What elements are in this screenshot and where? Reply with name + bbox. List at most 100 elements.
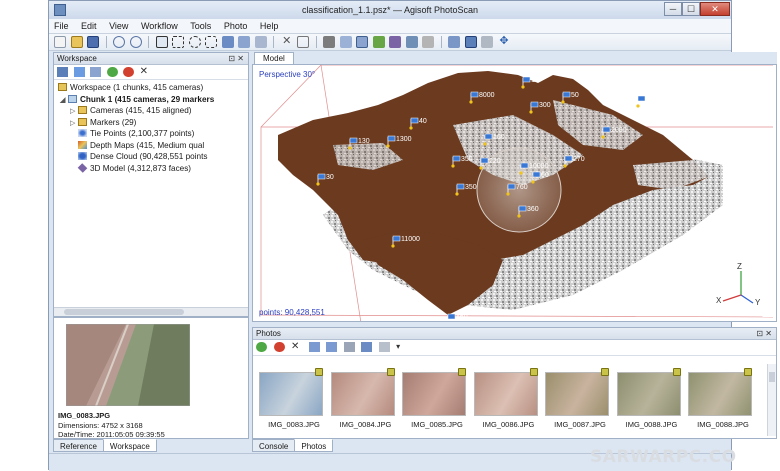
rotate-right-icon[interactable] <box>326 342 338 352</box>
tab-workspace[interactable]: Workspace <box>102 439 157 452</box>
tree-item-dense-cloud[interactable]: Dense Cloud (90,428,551 points <box>56 151 246 163</box>
photo-thumbnail[interactable]: IMG_0084.JPG <box>330 364 397 432</box>
photo-thumbnail[interactable]: IMG_0085.JPG <box>402 364 468 432</box>
panel-float-close-icons[interactable]: ⊡ ✕ <box>228 54 244 63</box>
new-icon[interactable] <box>54 36 66 48</box>
view-mode-icon[interactable] <box>378 342 390 352</box>
remove-icon[interactable]: ✕ <box>140 67 151 77</box>
tree-item-3d-model[interactable]: 3D Model (4,312,873 faces) <box>56 162 246 175</box>
tree-item-markers[interactable]: ▷ Markers (29) <box>56 117 246 129</box>
thumbnail-caption: IMG_0088.JPG <box>625 420 678 429</box>
marker-label: 30 <box>326 174 334 181</box>
expand-arrow-icon[interactable]: ▷ <box>70 118 78 129</box>
tab-photos[interactable]: Photos <box>294 439 334 452</box>
rotate-left-icon[interactable] <box>308 342 320 352</box>
preview-dimensions: Dimensions: 4752 x 3168 <box>58 421 143 430</box>
workspace-toolbar: ✕ <box>54 65 248 80</box>
solid-model-icon[interactable] <box>389 36 402 48</box>
dense-cloud-view-icon[interactable] <box>356 36 369 48</box>
undo-icon[interactable] <box>113 36 126 48</box>
marker-label: 460 <box>456 314 468 321</box>
cameras-view-icon[interactable] <box>323 36 336 48</box>
preview-filename: IMG_0083.JPG <box>58 411 111 420</box>
delete-selection-icon[interactable]: ✕ <box>281 36 293 48</box>
menu-workflow[interactable]: Workflow <box>136 19 183 31</box>
photo-thumbnail[interactable]: IMG_0087.JPG <box>545 364 611 432</box>
point-cloud-icon[interactable] <box>339 36 352 48</box>
marker-label: 10000 <box>529 163 549 170</box>
rotate-object-icon[interactable] <box>238 36 251 48</box>
marker-label: 350 <box>461 156 473 163</box>
points-count-label: points: 90,428,551 <box>259 308 325 317</box>
scrollbar-thumb[interactable] <box>64 309 184 315</box>
panel-float-close-icons[interactable]: ⊡ ✕ <box>756 329 772 338</box>
model-viewport[interactable]: Z X Y 10 8000 50 300 40 60 2000 130 160 350 270 30 2… <box>252 64 777 322</box>
resize-region-icon[interactable] <box>254 36 267 48</box>
maximize-button[interactable]: ☐ <box>682 2 700 16</box>
title-bar: classification_1.1.psz* — Agisoft PhotoS… <box>49 1 731 19</box>
remove-camera-icon[interactable]: ✕ <box>291 342 302 352</box>
crop-selection-icon[interactable] <box>297 36 310 48</box>
minimize-button[interactable]: ─ <box>664 2 682 16</box>
photo-thumbnail[interactable]: IMG_0086.JPG <box>473 364 540 432</box>
add-chunk-icon[interactable] <box>57 67 68 77</box>
tab-model[interactable]: Model <box>254 52 294 64</box>
free-form-selection-icon[interactable] <box>205 36 218 48</box>
photos-vertical-scrollbar[interactable] <box>767 364 776 436</box>
marker-label: 350 <box>465 184 477 191</box>
marker-flag[interactable]: 60 <box>636 95 654 108</box>
menu-edit[interactable]: Edit <box>76 19 102 31</box>
collapse-arrow-icon[interactable]: ◢ <box>60 95 68 106</box>
filter-photos-icon[interactable] <box>343 342 355 352</box>
add-folder-icon[interactable] <box>90 67 102 77</box>
show-markers-icon[interactable] <box>464 36 477 48</box>
marker-flag[interactable]: 460 <box>446 313 468 322</box>
photo-preview-panel: IMG_0083.JPG Dimensions: 4752 x 3168 Dat… <box>53 317 249 439</box>
circle-selection-icon[interactable] <box>188 36 201 48</box>
rectangle-selection-icon[interactable] <box>172 36 185 48</box>
scrollbar-thumb[interactable] <box>769 372 775 382</box>
open-icon[interactable] <box>70 36 83 48</box>
redo-icon[interactable] <box>129 36 142 48</box>
wireframe-model-icon[interactable] <box>405 36 418 48</box>
disable-camera-icon[interactable] <box>273 342 285 352</box>
disable-icon[interactable] <box>123 67 135 77</box>
marker-flag-icon <box>387 135 396 142</box>
move-object-icon[interactable] <box>221 36 234 48</box>
tree-item-depth-maps[interactable]: Depth Maps (415, Medium qual <box>56 140 246 152</box>
shaded-model-icon[interactable] <box>372 36 385 48</box>
show-cameras-icon[interactable] <box>448 36 461 48</box>
chevron-down-icon[interactable]: ▾ <box>396 342 402 352</box>
reset-view-icon[interactable]: ✥ <box>498 36 510 48</box>
tab-console[interactable]: Console <box>252 439 296 452</box>
expand-arrow-icon[interactable]: ▷ <box>70 106 78 117</box>
marker-flag-icon <box>744 368 752 376</box>
workspace-horizontal-scrollbar[interactable] <box>54 307 248 316</box>
navigation-icon[interactable] <box>155 36 168 48</box>
menu-view[interactable]: View <box>104 19 133 31</box>
menu-file[interactable]: File <box>49 19 74 31</box>
close-button[interactable]: ✕ <box>700 2 730 16</box>
tab-reference[interactable]: Reference <box>53 439 104 452</box>
tree-item-cameras[interactable]: ▷ Cameras (415, 415 aligned) <box>56 105 246 117</box>
show-region-icon[interactable] <box>481 36 494 48</box>
textured-model-icon[interactable] <box>422 36 435 48</box>
tree-item-label: 3D Model (4,312,873 faces) <box>90 163 192 173</box>
enable-camera-icon[interactable] <box>256 342 267 352</box>
add-photos-icon[interactable] <box>73 67 85 77</box>
photo-thumbnail[interactable]: IMG_0088.JPG <box>688 364 754 432</box>
menu-tools[interactable]: Tools <box>185 19 216 31</box>
tree-item-chunk[interactable]: ◢ Chunk 1 (415 cameras, 29 markers <box>56 94 246 106</box>
enable-icon[interactable] <box>106 67 118 77</box>
axis-gizmo: Z X Y <box>716 262 761 307</box>
menu-photo[interactable]: Photo <box>219 19 253 31</box>
tree-item-workspace[interactable]: Workspace (1 chunks, 415 cameras) <box>56 82 246 94</box>
save-icon[interactable] <box>87 36 100 48</box>
menu-help[interactable]: Help <box>255 19 284 31</box>
tree-item-tie-points[interactable]: Tie Points (2,100,377 points) <box>56 128 246 140</box>
tree-item-label: Markers (29) <box>90 117 137 127</box>
reset-filter-icon[interactable] <box>361 342 373 352</box>
photo-thumbnail[interactable]: IMG_0083.JPG <box>259 364 325 432</box>
toolbar-separator <box>148 36 150 48</box>
photo-thumbnail[interactable]: IMG_0088.JPG <box>616 364 683 432</box>
